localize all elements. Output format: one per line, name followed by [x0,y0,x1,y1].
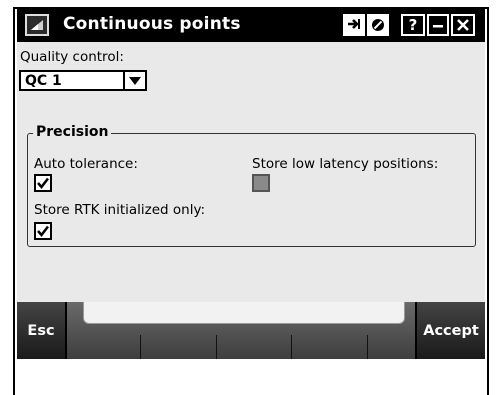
form-content: Quality control: QC 1 Precision Auto tol… [17,42,485,302]
quality-control-label: Quality control: [20,49,124,65]
store-low-latency-label: Store low latency positions: [252,156,439,172]
minimize-button[interactable] [427,14,449,36]
softkey-divider [291,335,292,359]
store-rtk-label: Store RTK initialized only: [34,202,206,218]
help-button[interactable]: ? [401,14,425,36]
close-button[interactable] [451,14,475,36]
quality-control-dropdown[interactable]: QC 1 [19,70,147,91]
window-title: Continuous points [63,14,241,34]
chevron-down-icon[interactable] [123,72,145,89]
store-rtk-checkbox[interactable] [34,222,52,240]
auto-tolerance-checkbox[interactable] [34,174,52,192]
softkey-divider [367,335,368,359]
auto-tolerance-label: Auto tolerance: [34,156,138,172]
esc-button[interactable]: Esc [17,302,67,359]
no-entry-icon[interactable] [367,14,389,36]
precision-group-title: Precision [33,124,112,140]
quality-control-value: QC 1 [25,73,62,89]
softkey-divider [140,335,141,359]
app-menu-icon[interactable] [25,14,49,36]
softkey-middle [67,302,415,359]
title-bar: Continuous points ? [17,9,485,42]
accept-button[interactable]: Accept [415,302,485,359]
switch-arrow-icon[interactable] [343,14,365,36]
device-window: Continuous points ? Quality control: QC … [13,7,489,395]
softkey-divider [216,335,217,359]
store-low-latency-checkbox[interactable] [252,174,270,192]
softkey-bar: Esc Accept [17,302,485,359]
softkey-input-area[interactable] [83,302,405,324]
